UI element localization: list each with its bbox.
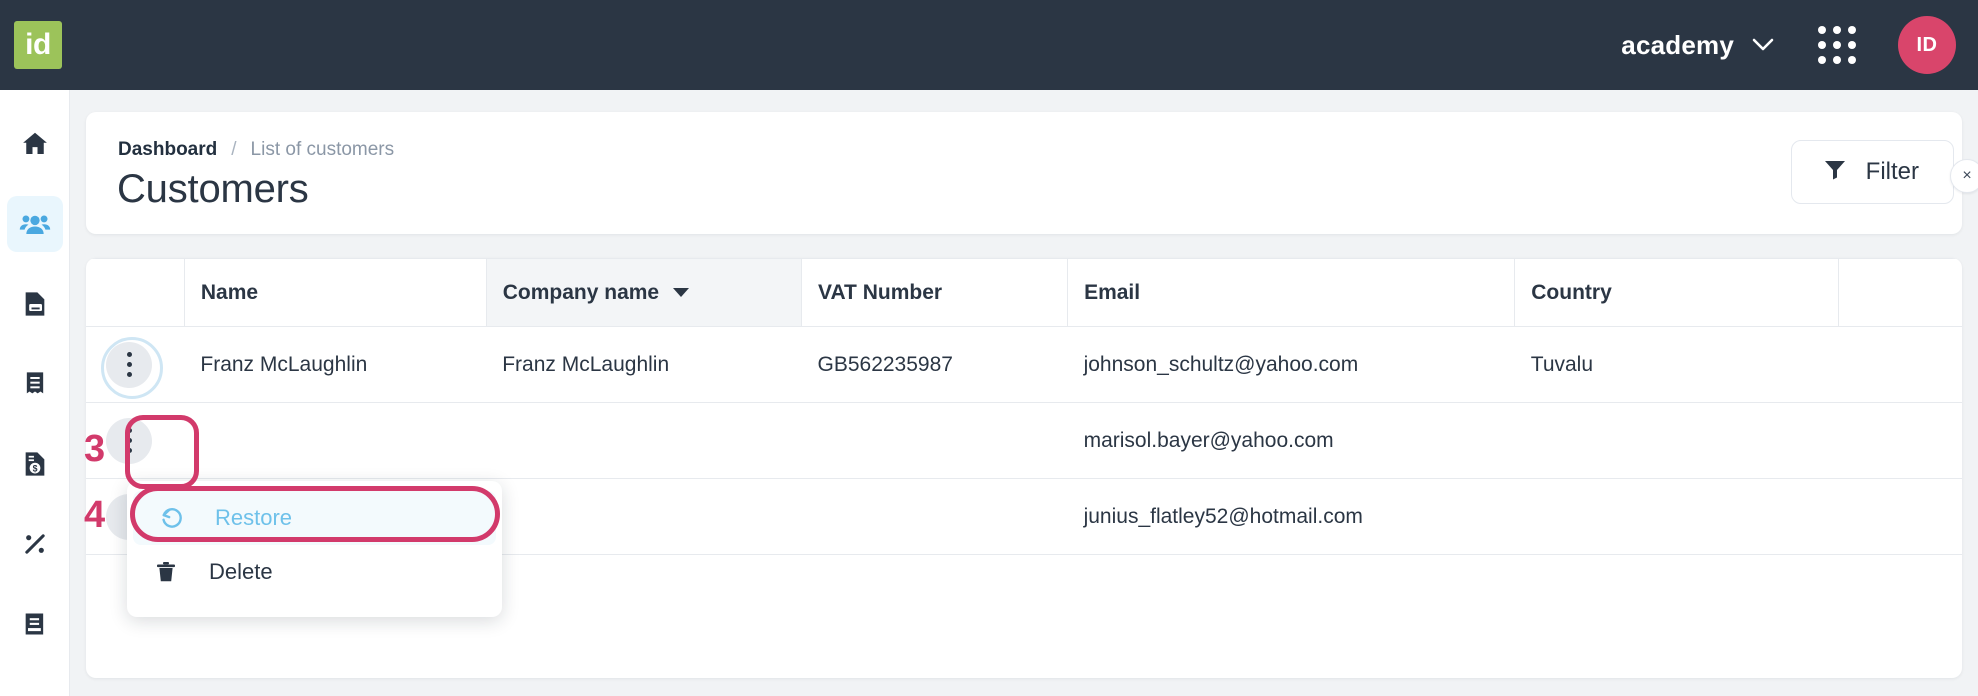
document-icon xyxy=(21,290,49,318)
undo-restore-icon xyxy=(159,505,185,531)
sidebar: $ xyxy=(0,90,70,696)
avatar[interactable]: ID xyxy=(1898,16,1956,74)
annotation-step-4: 4 xyxy=(84,494,106,536)
breadcrumb-current: List of customers xyxy=(250,139,395,160)
table-row[interactable]: Franz McLaughlin Franz McLaughlin GB5622… xyxy=(86,326,1962,403)
cell-country xyxy=(1514,478,1839,555)
cell-spacer xyxy=(1838,326,1962,403)
svg-text:$: $ xyxy=(32,464,37,474)
column-header-country[interactable]: Country xyxy=(1514,258,1839,327)
top-navigation-bar: id academy ID xyxy=(0,0,1978,90)
cell-name xyxy=(184,402,487,479)
cell-company xyxy=(486,402,802,479)
app-logo-text: id xyxy=(25,28,51,61)
column-header-vat-label: VAT Number xyxy=(818,280,943,304)
row-context-menu: Restore Delete xyxy=(127,481,502,617)
funnel-icon xyxy=(1822,157,1848,188)
cell-company: Franz McLaughlin xyxy=(486,326,802,403)
context-menu-delete-item[interactable]: Delete xyxy=(127,545,502,599)
column-header-actions xyxy=(86,258,185,327)
column-header-company[interactable]: Company name xyxy=(485,258,802,327)
cell-email: johnson_schultz@yahoo.com xyxy=(1067,326,1515,403)
column-header-name-label: Name xyxy=(200,280,259,304)
column-header-company-label: Company name xyxy=(502,280,660,304)
column-header-vat[interactable]: VAT Number xyxy=(800,258,1068,327)
sidebar-item-customers[interactable] xyxy=(6,196,63,252)
breadcrumb: Dashboard / List of customers xyxy=(118,139,394,161)
filter-button-label: Filter xyxy=(1865,158,1919,185)
topbar-right-group: academy ID xyxy=(1621,16,1978,74)
sidebar-item-taxes[interactable] xyxy=(7,516,63,572)
app-logo[interactable]: id xyxy=(14,21,62,69)
sidebar-item-quotes[interactable] xyxy=(7,276,63,332)
chevron-down-icon[interactable] xyxy=(1752,34,1774,56)
cell-country xyxy=(1514,402,1839,479)
breadcrumb-separator: / xyxy=(231,139,237,160)
grid-apps-icon[interactable] xyxy=(1818,26,1856,64)
trash-icon xyxy=(153,559,179,585)
column-header-spacer xyxy=(1838,258,1962,327)
row-actions-cell xyxy=(86,326,185,403)
cell-country: Tuvalu xyxy=(1514,326,1839,403)
sidebar-item-receipts[interactable] xyxy=(7,356,63,412)
app-root: id academy ID $ Dashboard / List of cust… xyxy=(0,0,1978,696)
context-menu-restore-label: Restore xyxy=(215,505,293,530)
context-menu-delete-label: Delete xyxy=(209,559,273,584)
cell-spacer xyxy=(1838,478,1962,555)
cell-email: marisol.bayer@yahoo.com xyxy=(1067,402,1515,479)
close-icon: × xyxy=(1962,167,1972,184)
sidebar-item-invoices[interactable]: $ xyxy=(7,436,63,492)
table-header-row: Name Company name VAT Number Email Count… xyxy=(86,258,1962,327)
avatar-initials: ID xyxy=(1916,33,1938,56)
row-actions-kebab-button[interactable] xyxy=(101,336,163,399)
column-header-email[interactable]: Email xyxy=(1067,258,1515,327)
table-header: Name Company name VAT Number Email Count… xyxy=(86,258,1962,327)
column-header-email-label: Email xyxy=(1084,280,1141,304)
sidebar-item-home[interactable] xyxy=(7,116,63,172)
kebab-menu-icon xyxy=(106,341,152,388)
cell-vat xyxy=(801,402,1068,479)
book-icon xyxy=(21,610,49,638)
filter-button[interactable]: Filter xyxy=(1790,140,1954,204)
annotation-step-3: 3 xyxy=(84,428,106,470)
home-icon xyxy=(20,129,50,159)
page-header-card: Dashboard / List of customers Customers … xyxy=(86,112,1978,234)
context-menu-restore-item[interactable]: Restore xyxy=(133,491,496,545)
cell-company xyxy=(486,478,802,555)
sort-desc-caret-icon[interactable] xyxy=(673,288,690,297)
cell-vat: GB562235987 xyxy=(801,326,1068,403)
column-header-name[interactable]: Name xyxy=(183,258,487,327)
column-header-country-label: Country xyxy=(1531,280,1612,304)
table-row[interactable]: marisol.bayer@yahoo.com xyxy=(86,402,1962,479)
cell-email: junius_flatley52@hotmail.com xyxy=(1067,478,1515,555)
cell-vat xyxy=(801,478,1068,555)
organization-name[interactable]: academy xyxy=(1621,30,1734,61)
cell-name: Franz McLaughlin xyxy=(184,326,487,403)
kebab-menu-icon[interactable] xyxy=(106,417,152,464)
percent-icon xyxy=(21,530,49,558)
people-icon xyxy=(19,208,51,240)
cell-spacer xyxy=(1838,402,1962,479)
receipt-icon xyxy=(21,370,49,398)
sidebar-item-ledger[interactable] xyxy=(7,596,63,652)
invoice-dollar-icon: $ xyxy=(21,450,49,478)
breadcrumb-dashboard[interactable]: Dashboard xyxy=(118,139,217,161)
page-title: Customers xyxy=(117,167,309,211)
filter-clear-button[interactable]: × xyxy=(1950,159,1978,193)
